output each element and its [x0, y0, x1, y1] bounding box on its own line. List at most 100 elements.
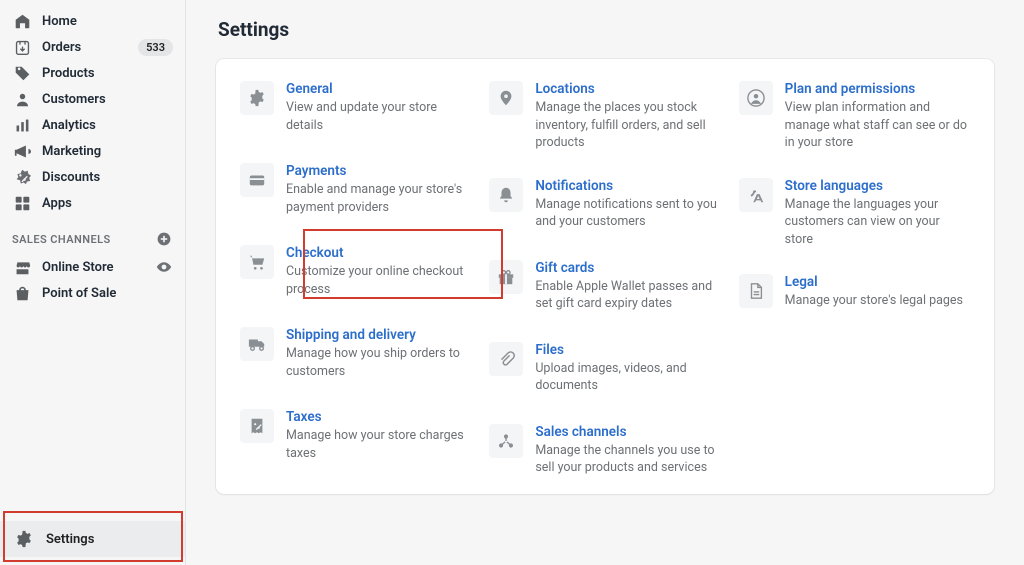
sidebar-item-apps[interactable]: Apps	[0, 190, 185, 216]
tile-files[interactable]: Files Upload images, videos, and documen…	[489, 342, 720, 398]
megaphone-icon	[12, 141, 32, 161]
sidebar-item-label: Marketing	[42, 144, 173, 159]
truck-icon	[240, 327, 274, 361]
tile-general[interactable]: General View and update your store detai…	[240, 81, 471, 137]
clip-icon	[489, 342, 523, 376]
cart-icon	[240, 245, 274, 279]
primary-nav: Home Orders 533 Products Customers Analy…	[0, 8, 185, 216]
orders-icon	[12, 37, 32, 57]
sidebar-item-label: Online Store	[42, 260, 145, 275]
bars-icon	[12, 115, 32, 135]
tile-title: Shipping and delivery	[286, 327, 471, 343]
tile-title: Payments	[286, 163, 471, 179]
main-inner: Settings General View and update your st…	[186, 18, 1024, 494]
percent-icon	[12, 167, 32, 187]
sidebar-item-label: Analytics	[42, 118, 173, 133]
gift-icon	[489, 260, 523, 294]
sidebar: Home Orders 533 Products Customers Analy…	[0, 0, 186, 565]
card-icon	[240, 163, 274, 197]
sidebar-item-label: Products	[42, 66, 173, 81]
tile-desc: View plan information and manage what st…	[785, 99, 970, 152]
tile-desc: Upload images, videos, and documents	[535, 360, 720, 395]
tile-shipping-and-delivery[interactable]: Shipping and delivery Manage how you shi…	[240, 327, 471, 383]
tile-title: Legal	[785, 274, 970, 290]
bag-icon	[12, 283, 32, 303]
gear-icon	[240, 81, 274, 115]
tile-payments[interactable]: Payments Enable and manage your store's …	[240, 163, 471, 219]
tile-title: Files	[535, 342, 720, 358]
sidebar-item-label: Apps	[42, 196, 173, 211]
tile-title: Store languages	[785, 178, 970, 194]
settings-col-3: Plan and permissions View plan informati…	[739, 81, 970, 480]
sidebar-item-label: Orders	[42, 40, 128, 55]
translate-icon	[739, 178, 773, 212]
sidebar-item-label: Discounts	[42, 170, 173, 185]
sidebar-item-customers[interactable]: Customers	[0, 86, 185, 112]
tile-title: Sales channels	[535, 424, 720, 440]
page-title: Settings	[218, 18, 994, 41]
bell-icon	[489, 178, 523, 212]
settings-col-1: General View and update your store detai…	[240, 81, 471, 480]
doc-icon	[739, 274, 773, 308]
tile-desc: Manage your store's legal pages	[785, 292, 970, 310]
tile-notifications[interactable]: Notifications Manage notifications sent …	[489, 178, 720, 234]
tile-title: Locations	[535, 81, 720, 97]
sidebar-settings: Settings	[0, 521, 185, 557]
main: Settings General View and update your st…	[186, 0, 1024, 565]
tile-desc: Enable and manage your store's payment p…	[286, 181, 471, 216]
sidebar-item-settings[interactable]: Settings	[0, 521, 185, 557]
tag-icon	[12, 63, 32, 83]
sales-channel-list: Online Store Point of Sale	[0, 254, 185, 306]
tile-plan-and-permissions[interactable]: Plan and permissions View plan informati…	[739, 81, 970, 152]
tile-taxes[interactable]: Taxes Manage how your store charges taxe…	[240, 409, 471, 465]
sidebar-item-orders[interactable]: Orders 533	[0, 34, 185, 60]
tile-title: Gift cards	[535, 260, 720, 276]
sidebar-item-marketing[interactable]: Marketing	[0, 138, 185, 164]
storefront-icon	[12, 257, 32, 277]
sidebar-item-home[interactable]: Home	[0, 8, 185, 34]
orders-badge: 533	[138, 39, 173, 56]
settings-grid: General View and update your store detai…	[240, 81, 970, 480]
tile-desc: Enable Apple Wallet passes and set gift …	[535, 278, 720, 313]
tile-desc: Manage the places you stock inventory, f…	[535, 99, 720, 152]
grid-icon	[12, 193, 32, 213]
tile-checkout[interactable]: Checkout Customize your online checkout …	[240, 245, 471, 301]
tile-sales-channels[interactable]: Sales channels Manage the channels you u…	[489, 424, 720, 480]
view-store-button[interactable]	[155, 258, 173, 276]
sidebar-item-products[interactable]: Products	[0, 60, 185, 86]
tile-desc: Manage how you ship orders to customers	[286, 345, 471, 380]
settings-col-2: Locations Manage the places you stock in…	[489, 81, 720, 480]
sidebar-item-point-of-sale[interactable]: Point of Sale	[0, 280, 185, 306]
receipt-icon	[240, 409, 274, 443]
network-icon	[489, 424, 523, 458]
person-circle-icon	[739, 81, 773, 115]
tile-store-languages[interactable]: Store languages Manage the languages you…	[739, 178, 970, 249]
pin-icon	[489, 81, 523, 115]
add-channel-button[interactable]	[155, 230, 173, 248]
sales-channels-title: SALES CHANNELS	[12, 233, 111, 246]
user-icon	[12, 89, 32, 109]
gear-icon	[14, 529, 34, 549]
sidebar-item-label: Customers	[42, 92, 173, 107]
sidebar-item-discounts[interactable]: Discounts	[0, 164, 185, 190]
sales-channels-header: SALES CHANNELS	[0, 216, 185, 254]
sidebar-item-label: Home	[42, 14, 173, 29]
tile-title: Plan and permissions	[785, 81, 970, 97]
tile-legal[interactable]: Legal Manage your store's legal pages	[739, 274, 970, 330]
tile-desc: Manage the languages your customers can …	[785, 196, 970, 249]
tile-title: Notifications	[535, 178, 720, 194]
tile-desc: Customize your online checkout process	[286, 263, 471, 298]
tile-title: Checkout	[286, 245, 471, 261]
tile-desc: Manage the channels you use to sell your…	[535, 442, 720, 477]
sidebar-item-analytics[interactable]: Analytics	[0, 112, 185, 138]
tile-title: Taxes	[286, 409, 471, 425]
tile-gift-cards[interactable]: Gift cards Enable Apple Wallet passes an…	[489, 260, 720, 316]
tile-desc: View and update your store details	[286, 99, 471, 134]
sidebar-item-online-store[interactable]: Online Store	[0, 254, 185, 280]
tile-desc: Manage how your store charges taxes	[286, 427, 471, 462]
home-icon	[12, 11, 32, 31]
tile-locations[interactable]: Locations Manage the places you stock in…	[489, 81, 720, 152]
tile-title: General	[286, 81, 471, 97]
settings-card: General View and update your store detai…	[216, 59, 994, 494]
sidebar-item-label: Point of Sale	[42, 286, 173, 301]
